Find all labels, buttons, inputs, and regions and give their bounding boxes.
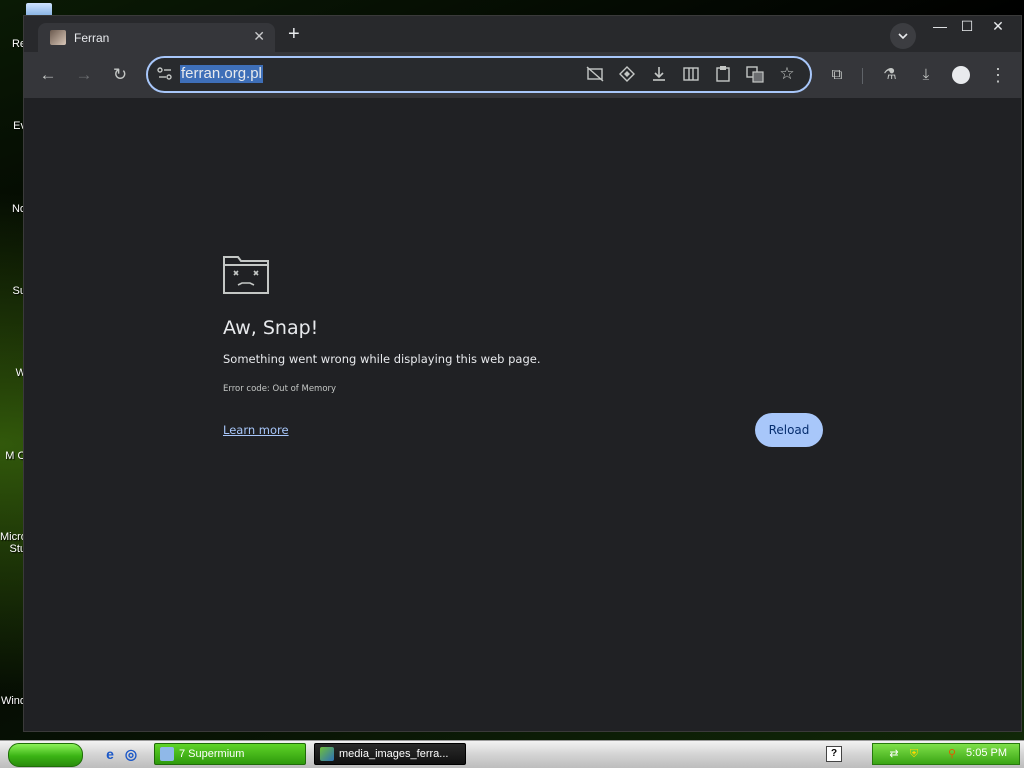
back-button[interactable]: ← <box>36 63 60 87</box>
tab-close-icon[interactable]: ✕ <box>253 28 265 45</box>
taskbar: e ◎ 7 Supermium media_images_ferra... ? … <box>0 740 1024 768</box>
page-content: Aw, Snap! Something went wrong while dis… <box>24 98 1021 731</box>
address-bar[interactable]: ferran.org.pl ☆ <box>146 56 812 93</box>
profile-avatar-icon[interactable] <box>952 66 970 84</box>
site-info-icon[interactable] <box>156 65 174 83</box>
browser-window: Ferran ✕ + — ☐ ✕ ← → ↻ ferran.org.pl ☆ ⧉… <box>23 15 1022 732</box>
translate-icon[interactable] <box>744 64 766 84</box>
title-bar: Ferran ✕ + — ☐ ✕ <box>24 16 1021 52</box>
tab-ferran[interactable]: Ferran ✕ <box>38 23 275 52</box>
browser-quicklaunch-icon[interactable]: ◎ <box>122 745 140 763</box>
favicon-icon <box>50 30 66 45</box>
toolbar-separator <box>862 68 863 84</box>
security-shield-icon[interactable]: ⛨ <box>907 747 921 761</box>
lens-icon[interactable] <box>616 64 638 84</box>
minimize-button[interactable]: — <box>926 16 954 36</box>
tab-search-button[interactable] <box>890 23 916 49</box>
taskbar-item-supermium[interactable]: 7 Supermium <box>154 743 306 765</box>
system-clock[interactable]: 5:05 PM <box>966 747 1007 759</box>
internet-explorer-icon[interactable]: e <box>101 745 119 763</box>
sad-tab-folder-icon <box>223 256 269 294</box>
close-window-button[interactable]: ✕ <box>984 16 1012 36</box>
url-text[interactable]: ferran.org.pl <box>180 65 263 83</box>
tab-title: Ferran <box>74 31 110 45</box>
downloads-icon[interactable]: ⤓ <box>914 63 938 87</box>
media-controls-icon[interactable] <box>680 64 702 84</box>
bookmark-star-icon[interactable]: ☆ <box>776 64 798 84</box>
taskbar-item-media-images[interactable]: media_images_ferra... <box>314 743 466 765</box>
image-viewer-app-icon <box>320 747 334 761</box>
learn-more-link[interactable]: Learn more <box>223 423 289 437</box>
install-download-icon[interactable] <box>648 64 670 84</box>
new-tab-button[interactable]: + <box>288 24 300 44</box>
labs-flask-icon[interactable]: ⚗ <box>878 63 902 87</box>
browser-toolbar: ← → ↻ ferran.org.pl ☆ ⧉ ⚗ ⤓ ⋮ <box>24 52 1021 98</box>
extensions-icon[interactable]: ⧉ <box>825 63 849 87</box>
clipboard-icon[interactable] <box>712 64 734 84</box>
error-code: Error code: Out of Memory <box>223 384 337 394</box>
forward-button[interactable]: → <box>72 63 96 87</box>
menu-kebab-icon[interactable]: ⋮ <box>986 63 1010 87</box>
error-title: Aw, Snap! <box>223 317 319 339</box>
error-message: Something went wrong while displaying th… <box>223 352 541 366</box>
help-icon[interactable]: ? <box>826 746 842 762</box>
chevron-down-icon <box>898 33 908 40</box>
reload-button[interactable]: Reload <box>755 413 823 447</box>
maximize-button[interactable]: ☐ <box>953 16 981 36</box>
reload-toolbar-button[interactable]: ↻ <box>108 63 132 87</box>
taskbar-item-label: 7 Supermium <box>179 748 245 760</box>
search-tray-icon[interactable]: ⚲ <box>945 747 959 761</box>
taskbar-item-label: media_images_ferra... <box>339 748 449 760</box>
network-icon[interactable]: ⇄ <box>887 747 901 761</box>
camera-blocked-icon[interactable] <box>584 64 606 84</box>
system-tray: ⇄ ⛨ ⚲ 5:05 PM <box>872 743 1020 765</box>
supermium-app-icon <box>160 747 174 761</box>
start-button[interactable] <box>8 743 83 767</box>
